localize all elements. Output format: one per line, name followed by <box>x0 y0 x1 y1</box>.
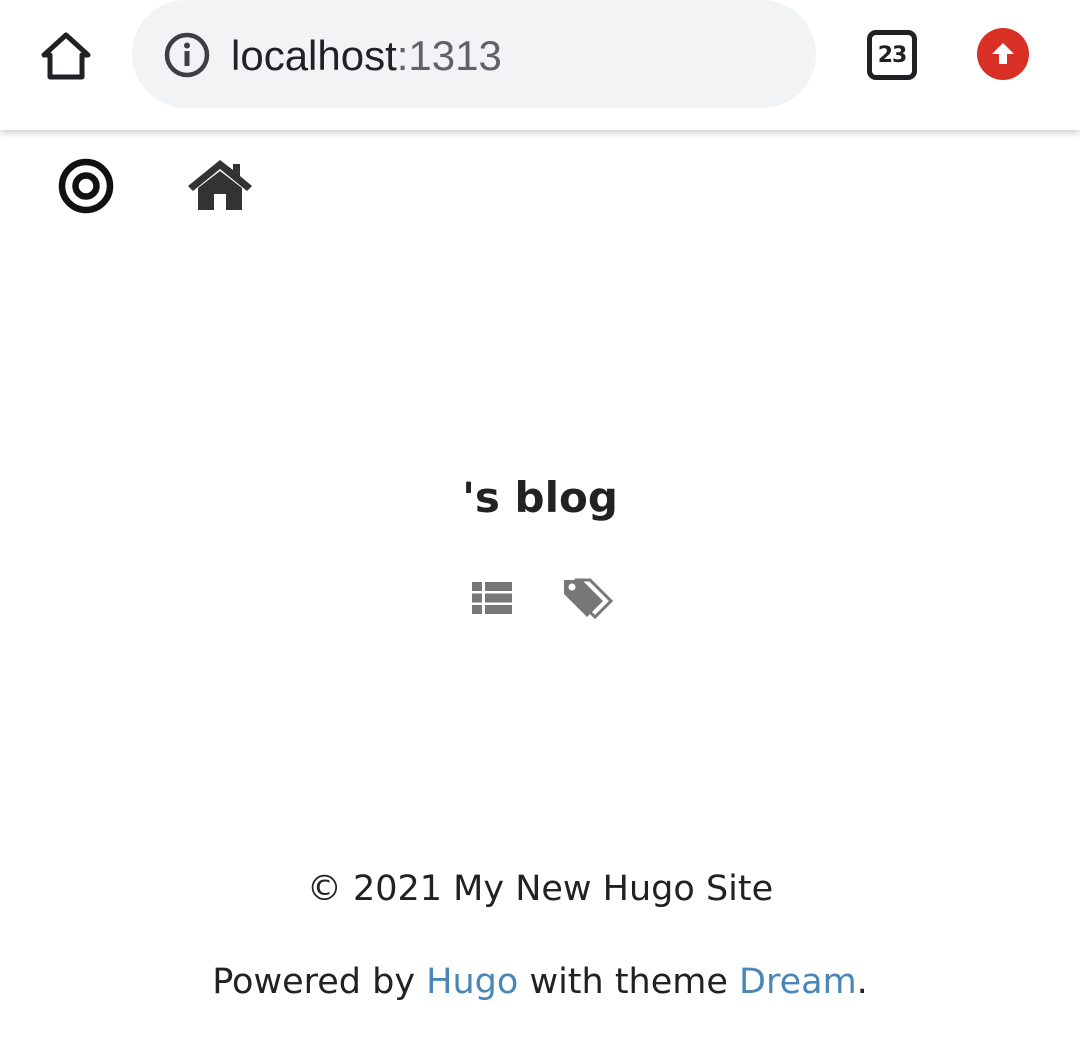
url-host: localhost <box>231 32 397 79</box>
browser-toolbar: localhost:1313 23 <box>0 0 1080 130</box>
tags-icon[interactable] <box>560 572 616 624</box>
bullseye-icon[interactable] <box>56 156 116 216</box>
list-icon[interactable] <box>464 572 520 624</box>
powered-prefix: Powered by <box>212 962 427 1002</box>
house-icon[interactable] <box>185 157 255 213</box>
info-circle-icon[interactable] <box>162 30 212 80</box>
tab-count: 23 <box>877 42 908 68</box>
url-port: :1313 <box>396 32 502 79</box>
footer-powered-by: Powered by Hugo with theme Dream. <box>0 956 1080 1008</box>
dream-link[interactable]: Dream <box>739 962 857 1002</box>
page-title: 's blog <box>462 473 618 522</box>
period: . <box>856 962 868 1002</box>
footer-copyright: © 2021 My New Hugo Site <box>306 869 774 909</box>
with-theme-text: with theme <box>518 962 740 1002</box>
update-arrow-up-icon[interactable] <box>977 28 1029 80</box>
tab-switcher-button[interactable]: 23 <box>867 30 917 80</box>
home-outline-icon <box>41 32 91 80</box>
url-text[interactable]: localhost:1313 <box>231 30 502 82</box>
hugo-link[interactable]: Hugo <box>426 962 518 1002</box>
browser-home-button[interactable] <box>36 28 96 84</box>
title-icon-row <box>0 572 1080 624</box>
